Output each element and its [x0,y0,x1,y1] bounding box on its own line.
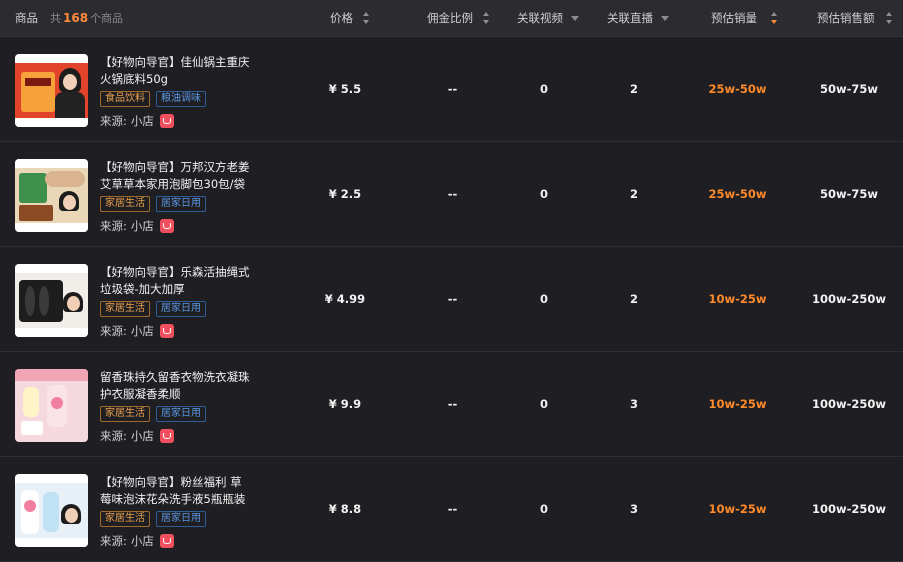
subcategory-tag: 居家日用 [156,511,206,527]
product-title[interactable]: 【好物向导官】乐森活抽绳式垃圾袋-加大加厚 [100,264,252,298]
product-title[interactable]: 留香珠持久留香衣物洗衣凝珠护衣服凝香柔顺 [100,369,252,403]
amount-estimate: 50w-75w [819,187,879,201]
video-count: 0 [539,187,548,201]
sales-estimate: 10w-25w [708,292,767,306]
commission-value: -- [447,82,458,96]
sort-icon[interactable] [483,12,490,24]
product-source: 来源: 小店 [100,533,174,549]
product-thumbnail[interactable] [15,369,88,442]
commission-value: -- [447,292,458,306]
amount-estimate: 100w-250w [811,502,887,516]
subcategory-tag: 居家日用 [156,196,206,212]
video-count: 0 [539,82,548,96]
live-count: 3 [629,502,638,516]
live-count: 2 [629,187,638,201]
product-thumbnail[interactable] [15,474,88,547]
product-tags: 家居生活 居家日用 [100,511,206,527]
category-tag: 食品饮料 [100,91,150,107]
sales-estimate: 25w-50w [708,187,767,201]
product-source: 来源: 小店 [100,428,174,444]
subcategory-tag: 居家日用 [156,406,206,422]
video-count: 0 [539,502,548,516]
product-thumbnail[interactable] [15,54,88,127]
table-row[interactable]: 【好物向导官】粉丝福利 草莓味泡沫花朵洗手液5瓶瓶装按压... 家居生活 居家日… [0,457,903,562]
live-count: 3 [629,397,638,411]
product-source: 来源: 小店 [100,113,174,129]
header-amount[interactable]: 预估销售额 [817,0,893,36]
table-row[interactable]: 【好物向导官】万邦汉方老姜艾草草本家用泡脚包30包/袋 到... 家居生活 居家… [0,142,903,247]
shop-icon [159,324,174,338]
amount-estimate: 100w-250w [811,397,887,411]
price-value: ¥ 9.9 [328,397,362,411]
sales-estimate: 10w-25w [708,397,767,411]
price-value: ¥ 4.99 [324,292,366,306]
category-tag: 家居生活 [100,511,150,527]
price-value: ¥ 5.5 [328,82,362,96]
shop-icon [159,534,174,548]
shop-icon [159,114,174,128]
product-title[interactable]: 【好物向导官】粉丝福利 草莓味泡沫花朵洗手液5瓶瓶装按压... [100,474,252,508]
product-count: 共 168 个商品 [50,11,124,25]
product-source: 来源: 小店 [100,218,174,234]
sales-estimate: 10w-25w [708,502,767,516]
sort-icon[interactable] [771,12,778,24]
table-header: 商品 共 168 个商品 价格 佣金比例 关联视频 关联直播 预估销量 预估销售额 [0,0,903,37]
amount-estimate: 100w-250w [811,292,887,306]
subcategory-tag: 粮油调味 [156,91,206,107]
product-title[interactable]: 【好物向导官】万邦汉方老姜艾草草本家用泡脚包30包/袋 到... [100,159,252,193]
price-value: ¥ 8.8 [328,502,362,516]
header-product: 商品 共 168 个商品 [15,0,123,36]
header-commission[interactable]: 佣金比例 [427,0,490,36]
product-title[interactable]: 【好物向导官】佳仙锅主重庆火锅底料50g [100,54,252,88]
shop-icon [159,219,174,233]
commission-value: -- [447,187,458,201]
live-count: 2 [629,292,638,306]
price-value: ¥ 2.5 [328,187,362,201]
product-source: 来源: 小店 [100,323,174,339]
sales-estimate: 25w-50w [708,82,767,96]
live-count: 2 [629,82,638,96]
header-lives[interactable]: 关联直播 [607,0,669,36]
sort-icon[interactable] [885,12,893,24]
product-tags: 家居生活 居家日用 [100,196,206,212]
product-tags: 家居生活 居家日用 [100,406,206,422]
category-tag: 家居生活 [100,406,150,422]
shop-icon [159,429,174,443]
table-row[interactable]: 【好物向导官】佳仙锅主重庆火锅底料50g 食品饮料 粮油调味 来源: 小店 ¥ 5… [0,37,903,142]
amount-estimate: 50w-75w [819,82,879,96]
category-tag: 家居生活 [100,196,150,212]
table-row[interactable]: 【好物向导官】乐森活抽绳式垃圾袋-加大加厚 家居生活 居家日用 来源: 小店 ¥ … [0,247,903,352]
sort-icon[interactable] [363,12,370,24]
table-row[interactable]: 留香珠持久留香衣物洗衣凝珠护衣服凝香柔顺 家居生活 居家日用 来源: 小店 ¥ 9… [0,352,903,457]
commission-value: -- [447,502,458,516]
header-product-label: 商品 [15,11,38,25]
header-price[interactable]: 价格 [330,0,370,36]
video-count: 0 [539,292,548,306]
header-sales[interactable]: 预估销量 [711,0,778,36]
category-tag: 家居生活 [100,301,150,317]
video-count: 0 [539,397,548,411]
product-count-value: 168 [63,11,89,25]
subcategory-tag: 居家日用 [156,301,206,317]
product-tags: 家居生活 居家日用 [100,301,206,317]
product-thumbnail[interactable] [15,159,88,232]
commission-value: -- [447,397,458,411]
product-tags: 食品饮料 粮油调味 [100,91,206,107]
product-thumbnail[interactable] [15,264,88,337]
chevron-down-icon[interactable] [661,15,669,21]
chevron-down-icon[interactable] [571,15,579,21]
header-videos[interactable]: 关联视频 [517,0,579,36]
